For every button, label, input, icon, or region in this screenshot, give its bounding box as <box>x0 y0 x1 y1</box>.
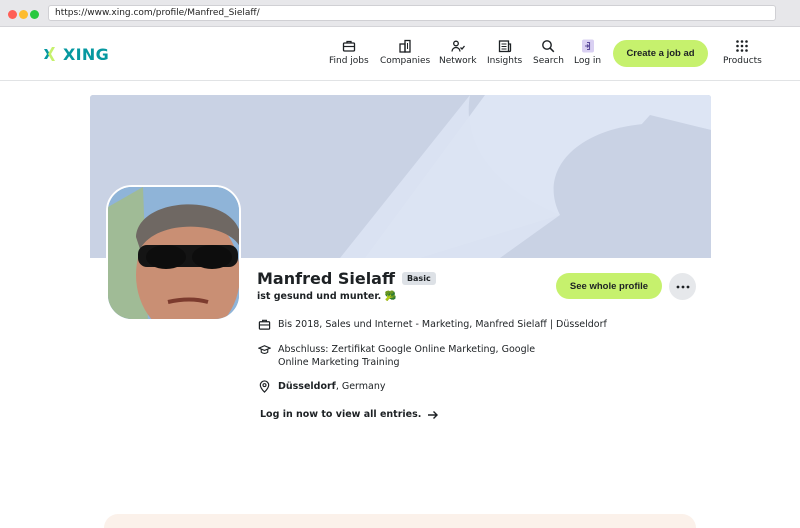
minimize-window-button[interactable] <box>19 10 28 19</box>
nav-login[interactable]: Log in <box>574 39 601 66</box>
nav-network[interactable]: Network <box>439 39 477 66</box>
close-window-button[interactable] <box>8 10 17 19</box>
education-info-text: Abschluss: Zertifikat Google Online Mark… <box>278 344 536 368</box>
site-header: XING Find jobs Companies Network Insight… <box>0 27 800 81</box>
more-options-button[interactable] <box>669 273 696 300</box>
building-icon <box>399 39 411 53</box>
nav-products[interactable]: Products <box>723 39 762 66</box>
job-info-row: Bis 2018, Sales und Internet - Marketing… <box>258 318 638 331</box>
browser-chrome: https://www.xing.com/profile/Manfred_Sie… <box>0 0 800 27</box>
xing-logo-icon <box>44 47 55 61</box>
job-info-text: Bis 2018, Sales und Internet - Marketing… <box>278 319 607 330</box>
address-bar[interactable]: https://www.xing.com/profile/Manfred_Sie… <box>48 5 776 21</box>
nav-network-label: Network <box>439 56 477 66</box>
create-job-ad-button[interactable]: Create a job ad <box>613 40 708 67</box>
nav-companies-label: Companies <box>380 56 431 66</box>
maximize-window-button[interactable] <box>30 10 39 19</box>
xing-logo[interactable]: XING <box>42 43 109 65</box>
education-info-row: Abschluss: Zertifikat Google Online Mark… <box>258 343 568 369</box>
ellipsis-icon <box>676 285 689 288</box>
login-to-view-link[interactable]: Log in now to view all entries. <box>260 409 439 420</box>
briefcase-icon <box>342 40 356 52</box>
nav-products-label: Products <box>723 56 762 66</box>
nav-search[interactable]: Search <box>533 39 564 66</box>
arrow-right-icon <box>428 410 439 419</box>
location-info-row: Düsseldorf, Germany <box>258 380 568 393</box>
grid-icon <box>736 40 749 52</box>
nav-insights-label: Insights <box>487 56 523 66</box>
people-icon <box>451 40 465 52</box>
xing-logo-text: XING <box>63 44 110 64</box>
avatar-photo <box>108 187 239 319</box>
nav-login-label: Log in <box>574 56 602 66</box>
nav-companies[interactable]: Companies <box>380 39 430 66</box>
profile-avatar[interactable] <box>106 185 241 321</box>
location-pin-icon <box>259 380 270 393</box>
profile-name-row: Manfred Sielaff Basic <box>257 269 436 288</box>
search-icon <box>542 40 555 53</box>
briefcase-icon <box>258 319 271 330</box>
profile-status: ist gesund und munter. 🥦 <box>257 291 397 302</box>
location-info-text: Düsseldorf, Germany <box>278 380 568 393</box>
nav-find-jobs[interactable]: Find jobs <box>329 39 369 66</box>
nav-find-jobs-label: Find jobs <box>329 56 369 66</box>
login-to-view-text: Log in now to view all entries. <box>260 409 422 420</box>
nav-search-label: Search <box>533 56 564 66</box>
graduation-cap-icon <box>258 345 271 354</box>
see-whole-profile-button[interactable]: See whole profile <box>556 273 662 299</box>
nav-insights[interactable]: Insights <box>487 39 522 66</box>
newspaper-icon <box>498 40 511 53</box>
bottom-promo-card <box>104 514 696 528</box>
location-country: , Germany <box>335 381 386 392</box>
membership-badge: Basic <box>401 272 436 285</box>
location-city: Düsseldorf <box>278 381 336 392</box>
profile-name: Manfred Sielaff <box>257 269 395 288</box>
login-icon <box>581 39 594 53</box>
